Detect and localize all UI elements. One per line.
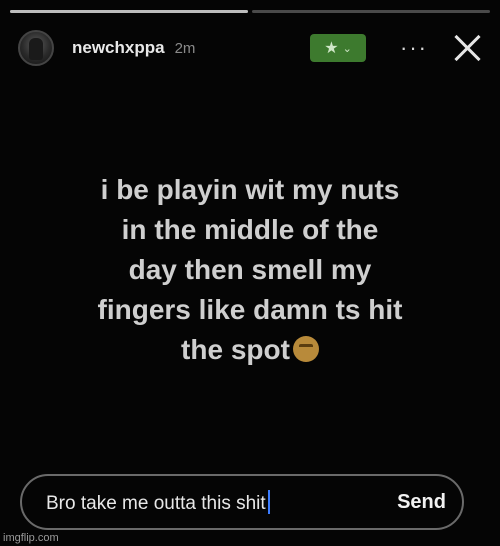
more-options-icon[interactable]: ··· — [400, 37, 428, 59]
reply-bar[interactable]: Bro take me outta this shit Send — [20, 474, 464, 530]
story-text-block: i be playin wit my nuts in the middle of… — [30, 170, 470, 370]
close-friends-badge[interactable]: ★ ⌄ — [310, 34, 367, 62]
progress-segment — [252, 10, 490, 13]
story-header: newchxppa 2m ★ ⌄ ··· — [18, 28, 482, 68]
story-progress — [10, 10, 490, 14]
star-icon: ★ — [324, 40, 339, 57]
chevron-down-icon: ⌄ — [342, 42, 352, 55]
watermark: imgflip.com — [3, 532, 59, 544]
smirk-emoji-icon — [292, 336, 319, 362]
reply-input-value: Bro take me outta this shit — [46, 492, 266, 514]
reply-input[interactable]: Bro take me outta this shit — [46, 489, 270, 515]
send-button[interactable]: Send — [397, 491, 446, 514]
username[interactable]: newchxppa — [72, 38, 165, 58]
close-icon[interactable] — [452, 33, 482, 63]
post-time: 2m — [174, 39, 196, 57]
story-text: i be playin wit my nuts in the middle of… — [97, 174, 403, 365]
progress-segment — [10, 10, 248, 13]
progress-fill — [10, 10, 248, 13]
text-caret — [267, 489, 270, 514]
story-viewer: newchxppa 2m ★ ⌄ ··· i be playin wit my … — [0, 0, 500, 546]
avatar[interactable] — [18, 30, 54, 66]
